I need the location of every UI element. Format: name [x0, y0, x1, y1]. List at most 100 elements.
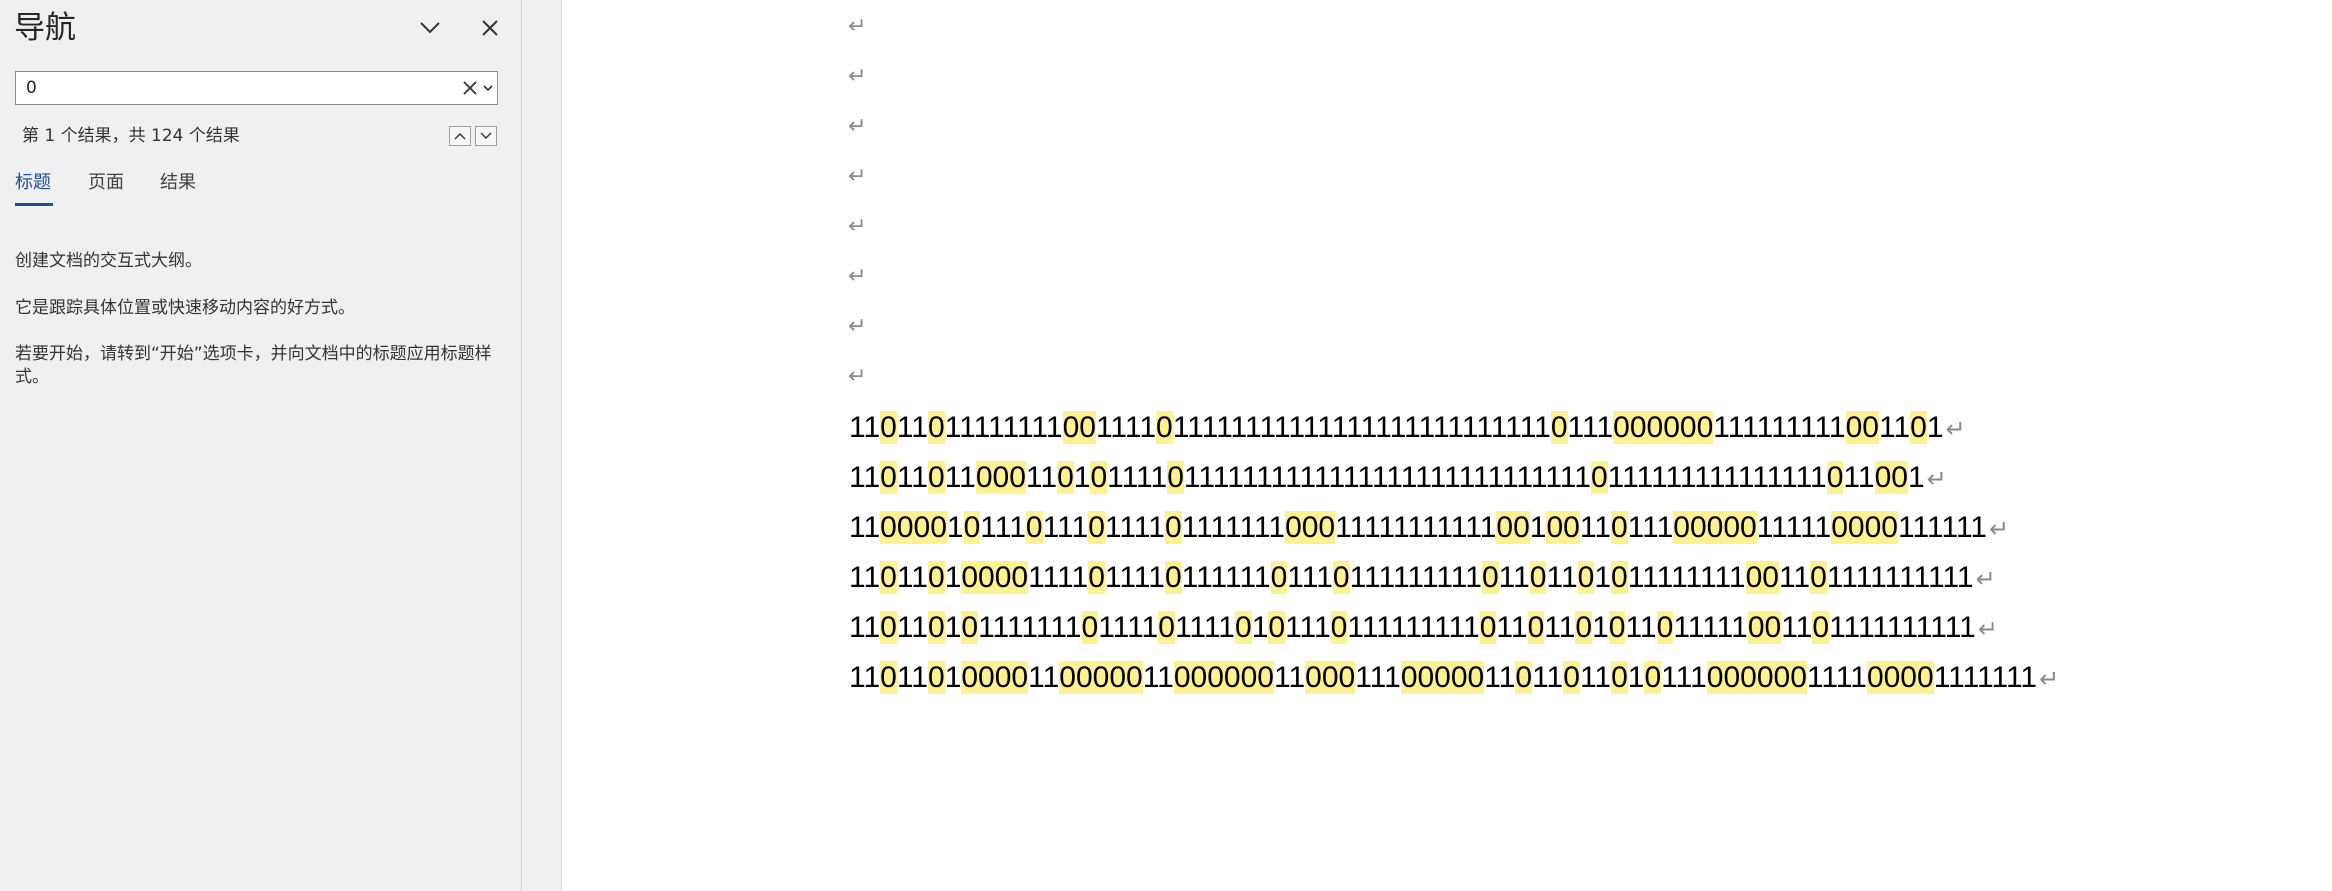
search-highlight: 0 — [961, 611, 979, 644]
paragraph-mark: ↵ — [1926, 466, 1947, 493]
next-result-button[interactable] — [475, 126, 497, 146]
paragraph-mark: ↵ — [848, 164, 867, 189]
text-line[interactable]: 1101101000011110111101111110111011111111… — [849, 560, 1996, 598]
search-highlight: 0 — [1088, 561, 1105, 594]
text-line[interactable]: 1101101100011010111101111111111111111111… — [849, 460, 1947, 498]
search-highlight: 000000 — [1706, 661, 1807, 694]
search-highlight: 00000 — [1673, 511, 1757, 544]
search-highlight: 0 — [1081, 611, 1099, 644]
search-highlight: 00000 — [1400, 661, 1485, 694]
paragraph-mark: ↵ — [848, 64, 867, 89]
search-highlight: 0 — [963, 511, 981, 544]
search-highlight: 0 — [1529, 561, 1547, 594]
search-highlight: 0 — [1610, 511, 1628, 544]
text-line[interactable]: 1100001011101110111101111111000111111111… — [849, 510, 2009, 548]
search-highlight: 00 — [1747, 611, 1782, 644]
search-highlight: 0 — [1270, 561, 1288, 594]
paragraph-mark: ↵ — [848, 214, 867, 239]
search-highlight: 00 — [1496, 511, 1530, 544]
search-highlight: 0 — [1164, 511, 1182, 544]
chevron-down-icon — [483, 85, 493, 92]
search-highlight: 00 — [1062, 411, 1096, 444]
text-line[interactable]: 1101101111111100111101111111111111111111… — [849, 410, 1966, 448]
search-highlight: 000 — [1305, 661, 1356, 694]
left-gutter — [522, 0, 562, 891]
search-highlight: 0 — [880, 411, 897, 444]
close-icon — [482, 20, 498, 36]
search-highlight: 000 — [1285, 511, 1336, 544]
active-tab-indicator — [15, 203, 53, 206]
search-highlight: 0 — [1826, 461, 1844, 494]
close-nav-button[interactable] — [474, 12, 506, 44]
search-highlight: 0 — [928, 411, 945, 444]
paragraph-mark: ↵ — [1988, 516, 2010, 543]
search-highlight: 00 — [1745, 561, 1779, 594]
search-highlight: 0 — [928, 611, 945, 644]
search-highlight: 0000 — [1866, 661, 1934, 694]
text-line[interactable]: 1101101000011000001100000011000111000001… — [849, 660, 2059, 698]
search-highlight: 0 — [1910, 411, 1927, 444]
search-highlight: 0 — [1577, 561, 1595, 594]
chevron-up-icon — [454, 133, 466, 140]
hint-line-3: 若要开始，请转到“开始”选项卡，并向文档中的标题应用标题样式。 — [15, 344, 492, 387]
paragraph-mark: ↵ — [2039, 666, 2060, 693]
tab-results[interactable]: 结果 — [160, 170, 196, 196]
paragraph-mark: ↵ — [848, 314, 867, 339]
search-highlight: 0 — [1330, 611, 1348, 644]
search-highlight: 0 — [1611, 561, 1628, 594]
search-highlight: 00 — [1546, 511, 1580, 544]
paragraph-mark: ↵ — [848, 14, 867, 39]
search-highlight: 0 — [1158, 611, 1175, 644]
search-highlight: 0 — [1156, 411, 1173, 444]
text-line[interactable]: 1101101011111110111101111010111011111111… — [849, 610, 1998, 648]
search-highlight: 0 — [880, 561, 897, 594]
paragraph-mark: ↵ — [848, 364, 867, 389]
search-highlight: 0 — [1644, 661, 1662, 694]
search-highlight: 000000 — [1613, 411, 1714, 444]
hint-line-1: 创建文档的交互式大纲。 — [15, 251, 202, 271]
search-highlight: 0000 — [880, 511, 947, 544]
chevron-down-icon — [480, 132, 492, 139]
search-highlight: 0 — [1090, 461, 1108, 494]
search-highlight: 0 — [1025, 511, 1043, 544]
search-highlight: 0 — [1481, 561, 1499, 594]
previous-result-button[interactable] — [449, 126, 471, 146]
search-highlight: 0 — [1235, 611, 1252, 644]
search-highlight: 000 — [975, 461, 1026, 494]
search-highlight: 0 — [928, 661, 945, 694]
search-highlight: 0 — [1088, 511, 1105, 544]
search-highlight: 0000 — [961, 561, 1029, 594]
search-highlight: 0 — [880, 661, 897, 694]
search-highlight: 0 — [1590, 461, 1608, 494]
search-highlight: 0 — [1656, 611, 1674, 644]
search-highlight: 0 — [880, 461, 897, 494]
paragraph-mark: ↵ — [848, 114, 867, 139]
search-highlight: 0000 — [1831, 511, 1898, 544]
tab-headings[interactable]: 标题 — [15, 170, 51, 196]
clear-search-button[interactable] — [460, 78, 480, 98]
search-options-dropdown[interactable] — [480, 78, 496, 98]
search-highlight: 0 — [1332, 561, 1350, 594]
search-highlight: 00 — [1845, 411, 1879, 444]
search-highlight: 0 — [1608, 611, 1626, 644]
paragraph-mark: ↵ — [1945, 416, 1966, 443]
search-input[interactable] — [16, 72, 446, 104]
close-icon — [463, 81, 477, 95]
nav-title: 导航 — [14, 10, 76, 46]
search-highlight: 0 — [1611, 661, 1628, 694]
search-highlight: 00000 — [1059, 661, 1143, 694]
search-highlight: 0 — [928, 561, 945, 594]
search-highlight: 0 — [1550, 411, 1568, 444]
paragraph-mark: ↵ — [848, 264, 867, 289]
search-box — [15, 71, 498, 105]
nav-options-button[interactable] — [414, 12, 446, 44]
search-highlight: 0000 — [961, 661, 1029, 694]
paragraph-mark: ↵ — [1977, 616, 1998, 643]
chevron-down-icon — [420, 22, 440, 34]
search-highlight: 0 — [1563, 661, 1580, 694]
search-highlight: 0 — [1479, 611, 1497, 644]
navigation-pane: 导航 第 1 个结果，共 124 个结果 标题 页面 结果 创建文档的交互式大纲… — [0, 0, 522, 891]
search-highlight: 0 — [1527, 611, 1545, 644]
search-highlight: 0 — [1057, 461, 1074, 494]
tab-pages[interactable]: 页面 — [88, 170, 124, 196]
